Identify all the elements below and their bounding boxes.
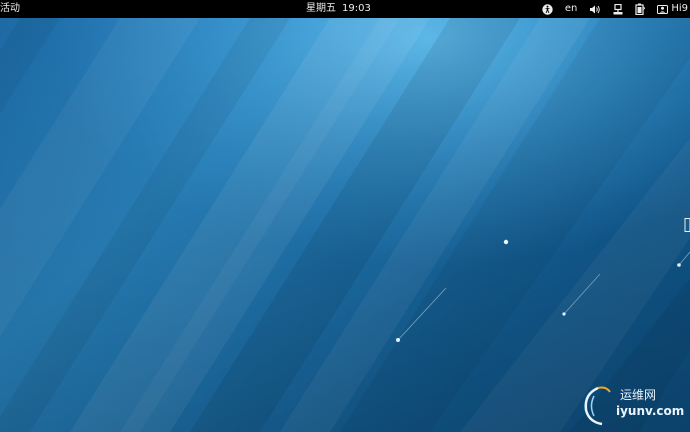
system-tray: en Hi9	[530, 0, 690, 18]
watermark-logo: 运维网 iyunv.com	[580, 384, 684, 426]
network-icon	[613, 3, 623, 14]
wallpaper-streaks	[0, 18, 690, 432]
watermark-text-cn: 运维网	[620, 388, 657, 402]
activities-button[interactable]: 活动	[0, 0, 22, 18]
top-bar: 活动 星期五 19:03 en Hi9	[0, 0, 690, 18]
desktop-wallpaper[interactable]: 运维网 iyunv.com	[0, 18, 690, 432]
accessibility-menu[interactable]	[542, 0, 553, 18]
clock-day: 星期五	[306, 3, 336, 14]
keyboard-layout-label: en	[564, 3, 578, 14]
edge-handle-icon[interactable]	[684, 218, 690, 232]
user-name-label: Hi9	[671, 3, 688, 14]
keyboard-layout-menu[interactable]: en	[565, 0, 578, 18]
clock-time: 19:03	[342, 3, 371, 14]
watermark-text-en: iyunv.com	[616, 404, 685, 418]
network-menu[interactable]	[613, 0, 623, 18]
user-menu[interactable]: Hi9	[657, 0, 690, 18]
power-menu[interactable]	[635, 0, 646, 18]
watermark-swirl-icon	[584, 386, 611, 426]
gnome-desktop-screen: 活动 星期五 19:03 en Hi9 运维网 iyunv.com	[0, 0, 690, 432]
volume-menu[interactable]	[589, 0, 601, 18]
battery-icon	[635, 3, 646, 15]
volume-icon	[590, 5, 601, 13]
accessibility-icon	[542, 3, 553, 15]
clock-button[interactable]: 星期五 19:03	[306, 0, 371, 18]
user-icon	[657, 4, 669, 14]
